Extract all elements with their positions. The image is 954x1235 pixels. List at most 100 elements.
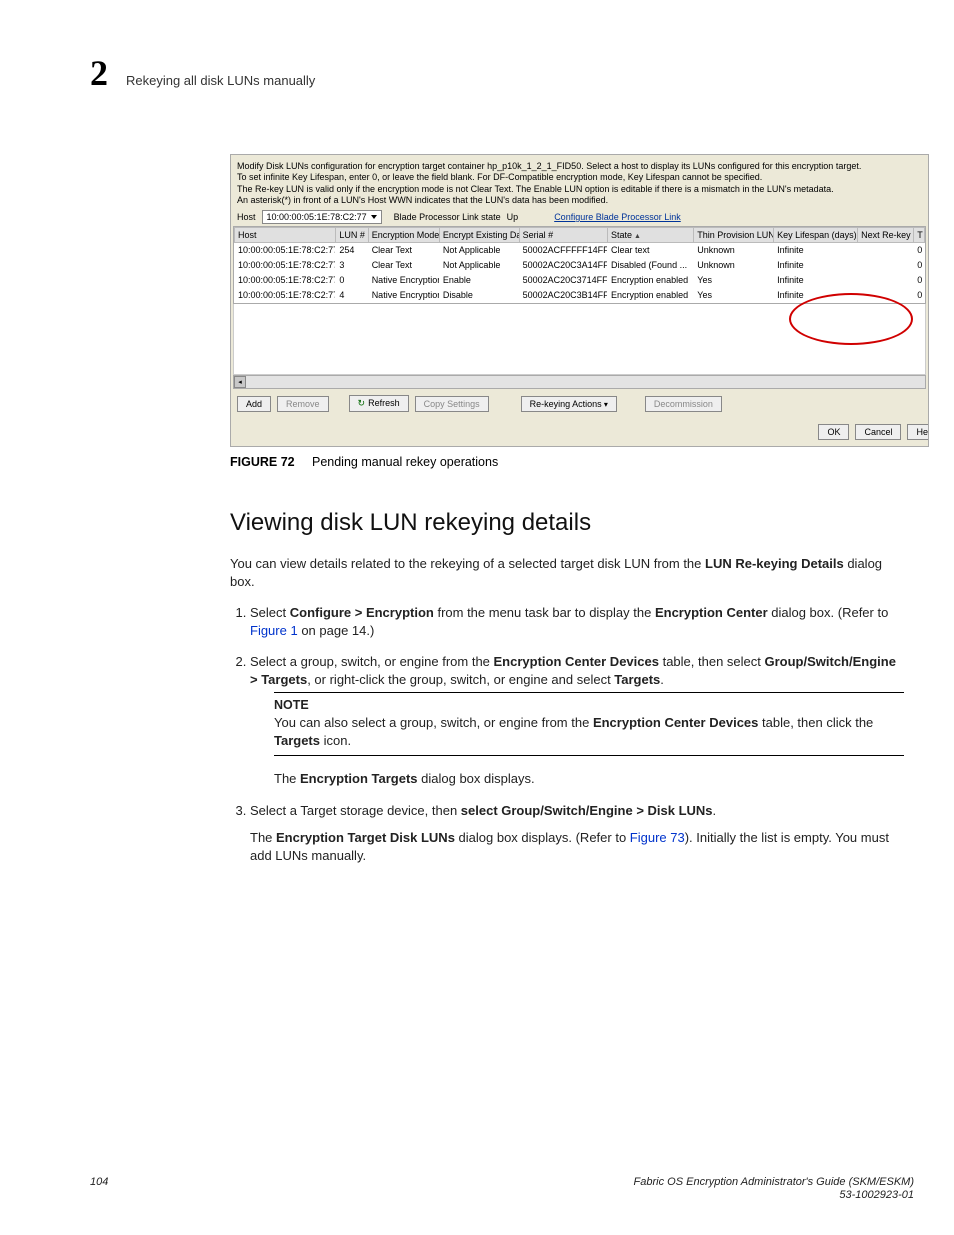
text: table, then click the xyxy=(758,715,873,730)
decommission-button[interactable]: Decommission xyxy=(645,396,722,412)
col-mode[interactable]: Encryption Mode xyxy=(368,228,439,243)
table-row[interactable]: 10:00:00:05:1E:78:C2:77 3 Clear Text Not… xyxy=(235,258,925,273)
text-bold: Targets xyxy=(614,672,660,687)
text-bold: LUN Re-keying Details xyxy=(705,556,844,571)
cell-eed: Not Applicable xyxy=(439,258,519,273)
cell-t: 0 xyxy=(914,288,925,303)
cell-t: 0 xyxy=(914,273,925,288)
host-label: Host xyxy=(237,212,256,222)
text-bold: Configure > Encryption xyxy=(290,605,434,620)
scroll-left-icon[interactable]: ◂ xyxy=(234,376,246,388)
blade-state-label: Blade Processor Link state xyxy=(394,212,501,222)
text-bold: Encryption Targets xyxy=(300,771,418,786)
cell-eed: Disable xyxy=(439,288,519,303)
cell-nrk xyxy=(858,243,914,258)
rekeying-actions-menu[interactable]: Re-keying Actions xyxy=(521,396,617,412)
doc-id: Fabric OS Encryption Administrator's Gui… xyxy=(634,1176,914,1204)
cell-tpl: Unknown xyxy=(694,258,774,273)
text: Select a Target storage device, then xyxy=(250,803,461,818)
help-button[interactable]: He xyxy=(907,424,928,440)
host-dropdown-value: 10:00:00:05:1E:78:C2:77 xyxy=(267,212,367,222)
lun-table-wrapper: Host LUN # Encryption Mode Encrypt Exist… xyxy=(233,226,926,304)
col-tpl[interactable]: Thin Provision LUN xyxy=(694,228,774,243)
cell-tpl: Yes xyxy=(694,273,774,288)
cell-lun: 4 xyxy=(336,288,368,303)
cancel-button[interactable]: Cancel xyxy=(855,424,901,440)
table-row[interactable]: 10:00:00:05:1E:78:C2:77 4 Native Encrypt… xyxy=(235,288,925,303)
text-bold: Encryption Center Devices xyxy=(494,654,659,669)
running-header: 2 Rekeying all disk LUNs manually xyxy=(90,52,914,94)
instruction-line: To set infinite Key Lifespan, enter 0, o… xyxy=(237,172,922,183)
cell-state: Disabled (Found ... xyxy=(608,258,694,273)
col-host[interactable]: Host xyxy=(235,228,336,243)
instruction-line: The Re-key LUN is valid only if the encr… xyxy=(237,184,922,195)
configure-blade-link[interactable]: Configure Blade Processor Link xyxy=(554,212,681,222)
text: Select a group, switch, or engine from t… xyxy=(250,654,494,669)
cell-serial: 50002AC20C3A14FF xyxy=(519,258,607,273)
text: You can view details related to the reke… xyxy=(230,556,705,571)
refresh-icon xyxy=(358,398,369,408)
text: You can also select a group, switch, or … xyxy=(274,715,593,730)
table-row[interactable]: 10:00:00:05:1E:78:C2:77 254 Clear Text N… xyxy=(235,243,925,258)
step-2: Select a group, switch, or engine from t… xyxy=(250,653,904,788)
note-block: NOTE You can also select a group, switch… xyxy=(250,692,904,756)
refresh-button[interactable]: Refresh xyxy=(349,395,409,412)
text: icon. xyxy=(320,733,351,748)
text: dialog box displays. xyxy=(418,771,535,786)
cell-host: 10:00:00:05:1E:78:C2:77 xyxy=(235,273,336,288)
note-body: You can also select a group, switch, or … xyxy=(274,714,904,749)
cell-host: 10:00:00:05:1E:78:C2:77 xyxy=(235,288,336,303)
cell-mode: Native Encryption xyxy=(368,273,439,288)
doc-number: 53-1002923-01 xyxy=(839,1189,914,1201)
col-serial[interactable]: Serial # xyxy=(519,228,607,243)
text-bold: Encryption Center Devices xyxy=(593,715,758,730)
col-t[interactable]: T xyxy=(914,228,925,243)
page-footer: 104 Fabric OS Encryption Administrator's… xyxy=(90,1176,914,1204)
cell-host: 10:00:00:05:1E:78:C2:77 xyxy=(235,258,336,273)
blade-state-value: Up xyxy=(507,212,519,222)
copy-settings-button[interactable]: Copy Settings xyxy=(415,396,489,412)
cell-nrk xyxy=(858,258,914,273)
instruction-line: An asterisk(*) in front of a LUN's Host … xyxy=(237,195,922,206)
host-dropdown[interactable]: 10:00:00:05:1E:78:C2:77 xyxy=(262,210,382,224)
cell-kl: Infinite xyxy=(774,273,858,288)
col-nextrekey[interactable]: Next Re-key xyxy=(858,228,914,243)
ok-button[interactable]: OK xyxy=(818,424,849,440)
cell-eed: Enable xyxy=(439,273,519,288)
figure-1-link[interactable]: Figure 1 xyxy=(250,623,298,638)
cell-serial: 50002AC20C3714FF xyxy=(519,273,607,288)
text-bold: select Group/Switch/Engine > Disk LUNs xyxy=(461,803,713,818)
cell-tpl: Yes xyxy=(694,288,774,303)
chapter-number: 2 xyxy=(90,52,108,94)
cell-lun: 3 xyxy=(336,258,368,273)
col-state[interactable]: State xyxy=(608,228,694,243)
text: , or right-click the group, switch, or e… xyxy=(307,672,614,687)
col-lun[interactable]: LUN # xyxy=(336,228,368,243)
col-keylife[interactable]: Key Lifespan (days) xyxy=(774,228,858,243)
screenshot-dialog: Modify Disk LUNs configuration for encry… xyxy=(230,154,929,447)
figure-text: Pending manual rekey operations xyxy=(312,455,498,469)
text-bold: Encryption Target Disk LUNs xyxy=(276,830,455,845)
text: . xyxy=(660,672,664,687)
cell-state: Encryption enabled xyxy=(608,288,694,303)
cell-lun: 0 xyxy=(336,273,368,288)
cell-state: Clear text xyxy=(608,243,694,258)
figure-73-link[interactable]: Figure 73 xyxy=(630,830,685,845)
text: on page 14.) xyxy=(298,623,375,638)
text: Select xyxy=(250,605,290,620)
cell-serial: 50002ACFFFFF14FF xyxy=(519,243,607,258)
add-button[interactable]: Add xyxy=(237,396,271,412)
cell-host: 10:00:00:05:1E:78:C2:77 xyxy=(235,243,336,258)
lun-table: Host LUN # Encryption Mode Encrypt Exist… xyxy=(234,227,925,303)
cell-mode: Native Encryption xyxy=(368,288,439,303)
col-eed[interactable]: Encrypt Existing Data xyxy=(439,228,519,243)
horizontal-scrollbar[interactable]: ◂ xyxy=(233,375,926,389)
table-row[interactable]: 10:00:00:05:1E:78:C2:77 0 Native Encrypt… xyxy=(235,273,925,288)
instruction-line: Modify Disk LUNs configuration for encry… xyxy=(237,161,922,172)
text: dialog box displays. (Refer to xyxy=(455,830,630,845)
text: dialog box. (Refer to xyxy=(768,605,889,620)
text: . xyxy=(713,803,717,818)
text: table, then select xyxy=(659,654,765,669)
remove-button[interactable]: Remove xyxy=(277,396,329,412)
steps-list: Select Configure > Encryption from the m… xyxy=(230,604,904,864)
